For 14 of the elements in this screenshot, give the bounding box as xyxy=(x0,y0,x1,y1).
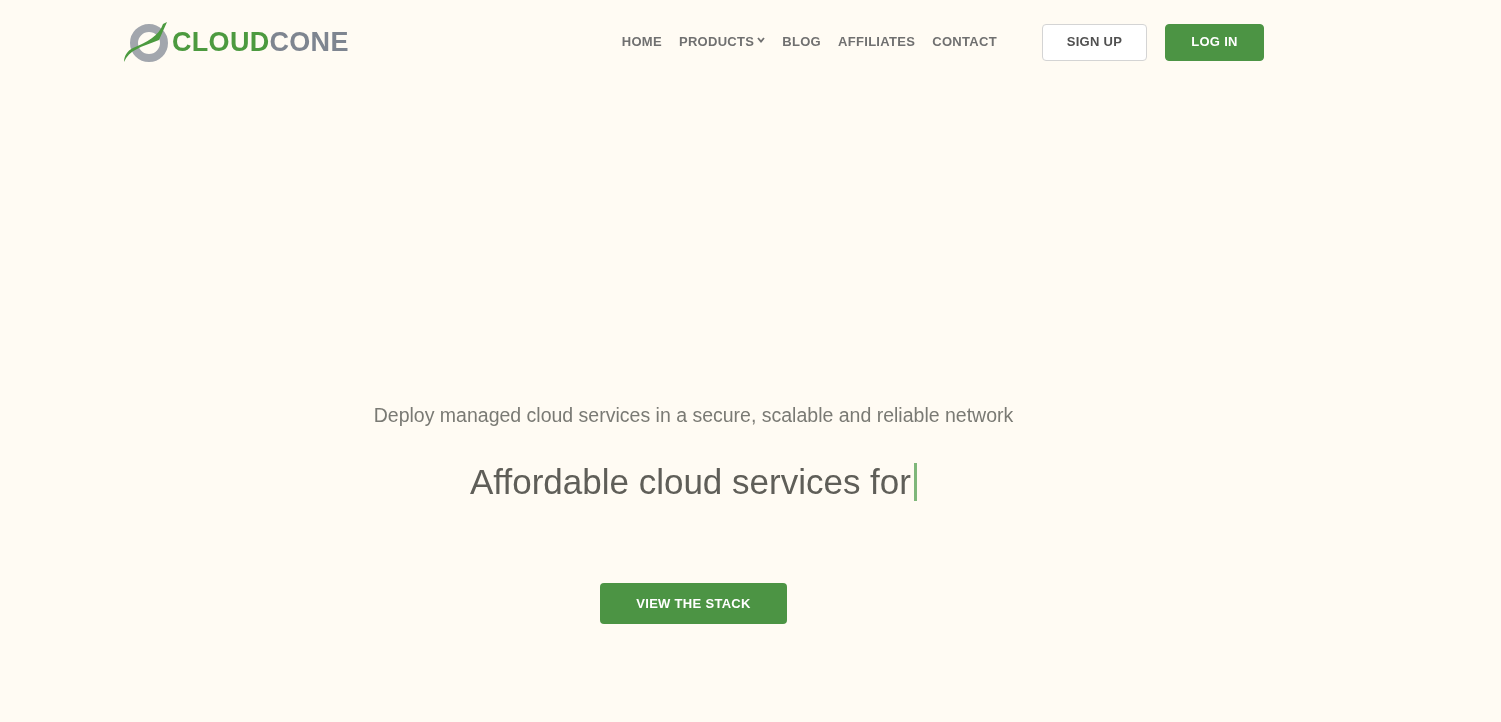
nav-link[interactable]: HOME xyxy=(621,32,662,52)
hero-subtitle: Deploy managed cloud services in a secure, scalable and reliable network xyxy=(373,403,1014,428)
nav-link[interactable]: BLOG xyxy=(782,32,822,52)
nav-link[interactable]: AFFILIATES xyxy=(838,32,916,52)
hero-headline: Affordable cloud services for xyxy=(470,461,911,503)
nav-link[interactable]: CONTACT xyxy=(932,32,997,52)
sign-up-button[interactable]: SIGN UP xyxy=(1042,23,1147,61)
view-the-stack-button[interactable]: VIEW THE STACK xyxy=(600,583,787,624)
chevron-down-icon[interactable] xyxy=(757,36,766,43)
nav-dropdown[interactable]: PRODUCTS xyxy=(678,32,766,52)
log-in-button[interactable]: LOG IN xyxy=(1165,23,1264,61)
logo-icon[interactable] xyxy=(123,20,169,64)
logo-text[interactable]: CLOUDCONE xyxy=(172,28,349,56)
text-cursor-icon xyxy=(914,463,917,501)
